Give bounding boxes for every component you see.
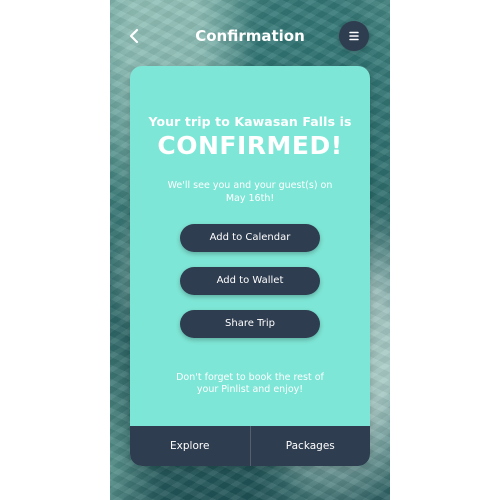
confirmation-card: Your trip to Kawasan Falls is CONFIRMED!…: [130, 66, 370, 466]
trip-headline: Your trip to Kawasan Falls is: [148, 114, 352, 129]
chevron-left-icon: [129, 28, 139, 44]
share-trip-button[interactable]: Share Trip: [180, 310, 320, 338]
add-to-calendar-button[interactable]: Add to Calendar: [180, 224, 320, 252]
bottom-nav: Explore Packages: [130, 426, 370, 466]
nav-explore[interactable]: Explore: [130, 426, 250, 466]
nav-packages[interactable]: Packages: [251, 426, 371, 466]
menu-button[interactable]: [339, 21, 369, 51]
top-bar: Confirmation: [110, 18, 390, 54]
guest-message: We'll see you and your guest(s) on May 1…: [167, 180, 333, 204]
add-to-wallet-button[interactable]: Add to Wallet: [180, 267, 320, 295]
menu-icon: [349, 31, 359, 41]
phone-screen: Confirmation Your trip to Kawasan Falls …: [110, 0, 390, 500]
pinlist-reminder: Don't forget to book the rest of your Pi…: [176, 372, 324, 395]
back-button[interactable]: [120, 22, 148, 50]
page: Confirmation Your trip to Kawasan Falls …: [0, 0, 500, 500]
confirmed-title: CONFIRMED!: [157, 131, 343, 160]
